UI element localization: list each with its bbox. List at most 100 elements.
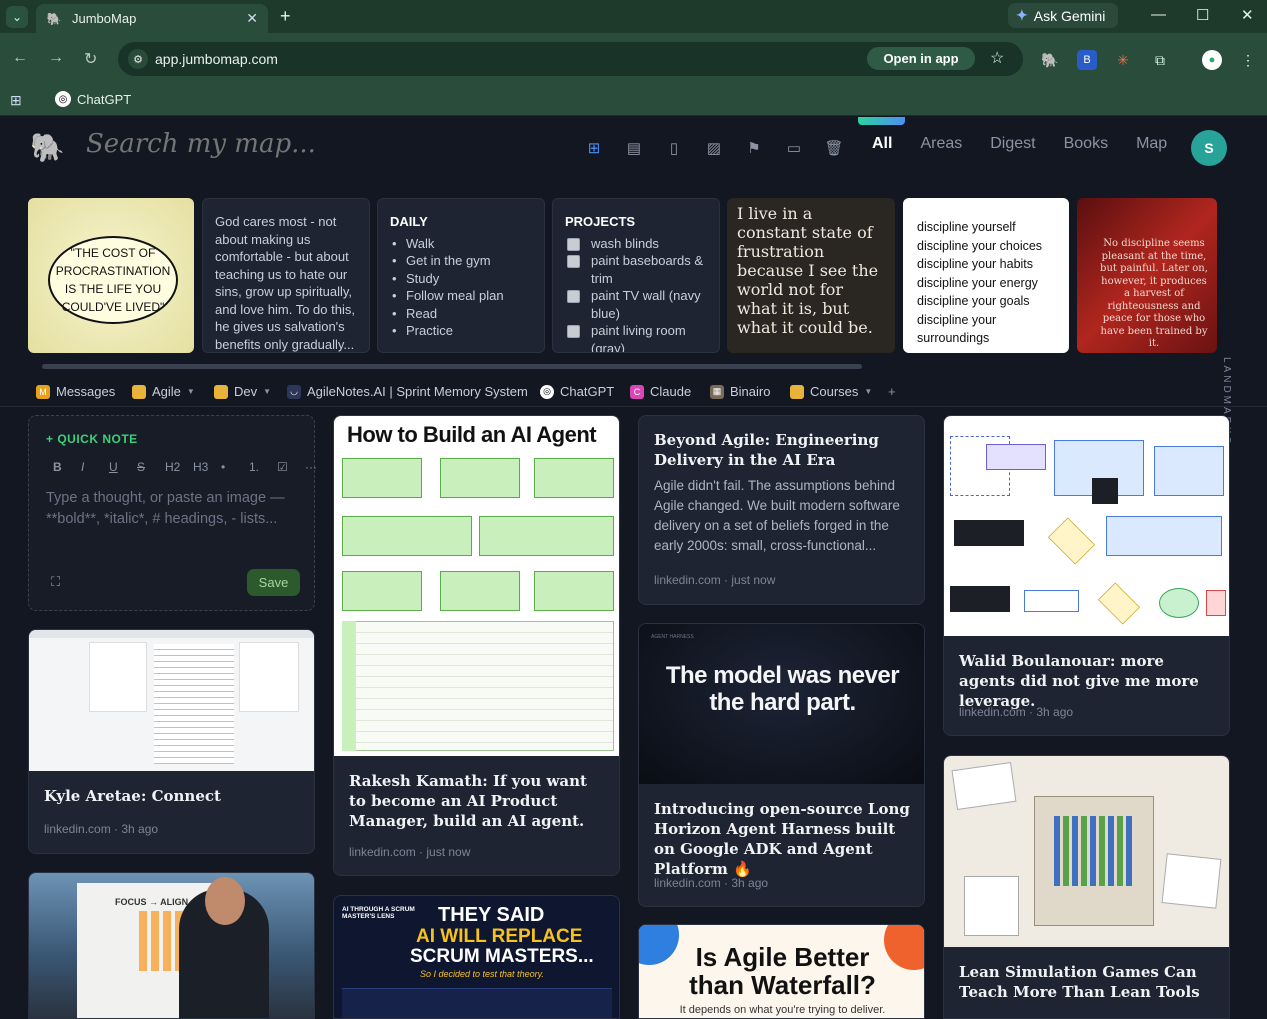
strikethrough-button[interactable]: S: [137, 460, 165, 474]
tab-areas[interactable]: Areas: [920, 135, 962, 153]
card-scrum-masters[interactable]: AI THROUGH A SCRUM MASTER'S LENS THEY SA…: [333, 895, 620, 1019]
more-button[interactable]: ···: [305, 460, 325, 474]
h3-button[interactable]: H3: [193, 460, 221, 474]
back-icon[interactable]: ←: [12, 49, 28, 67]
card-agent-harness[interactable]: AGENT HARNESS The model was never the ha…: [638, 623, 925, 907]
jumbomap-extension-icon[interactable]: 🐘: [1040, 50, 1060, 70]
underline-button[interactable]: U: [109, 460, 137, 474]
menu-kebab-icon[interactable]: ⋮: [1238, 50, 1258, 70]
chip-dev[interactable]: Dev ▼: [214, 384, 271, 399]
card-meta: linkedin.com · 3h ago: [959, 705, 1074, 719]
bold-button[interactable]: B: [53, 460, 81, 474]
elephant-logo-icon[interactable]: 🐘: [30, 131, 65, 164]
chevron-down-icon: ▼: [864, 387, 873, 396]
chip-chatgpt[interactable]: ◎ ChatGPT: [540, 384, 614, 399]
site-info-icon[interactable]: ⚙: [128, 49, 148, 69]
binairo-icon: ▦: [710, 384, 724, 399]
browser-tab-jumbomap[interactable]: 🐘 JumboMap ✕: [36, 4, 268, 33]
save-button[interactable]: Save: [247, 569, 300, 596]
address-bar[interactable]: ⚙ app.jumbomap.com Open in app ☆: [118, 42, 1023, 76]
chatgpt-icon: ◎: [540, 384, 554, 399]
card-lean-simulation[interactable]: Lean Simulation Games Can Teach More Tha…: [943, 755, 1230, 1019]
open-in-app-button[interactable]: Open in app: [867, 47, 975, 70]
card-meta: linkedin.com · 3h ago: [654, 876, 769, 890]
folder-icon: [214, 384, 228, 399]
landmark-discipline-card[interactable]: discipline yourself discipline your choi…: [903, 198, 1069, 353]
tab-books[interactable]: Books: [1064, 135, 1108, 153]
user-avatar[interactable]: S: [1191, 130, 1227, 166]
tab-map[interactable]: Map: [1136, 135, 1167, 153]
bookmark-chatgpt[interactable]: ◎ ChatGPT: [55, 91, 131, 107]
sketch-image: [944, 756, 1229, 947]
bookmarks-bar: ⊞ ◎ ChatGPT: [0, 85, 1267, 116]
bookmark-star-icon[interactable]: ☆: [990, 48, 1004, 68]
archive-icon[interactable]: ▭: [785, 139, 803, 157]
landmark-quote-card[interactable]: "THE COST OF PROCRASTINATION IS THE LIFE…: [28, 198, 194, 353]
image-icon[interactable]: ▨: [705, 139, 723, 157]
headline-line: AI WILL REPLACE: [416, 926, 583, 947]
list-item: Read: [390, 305, 532, 323]
checklist-item[interactable]: paint baseboards & trim: [565, 252, 707, 287]
landmark-note-card[interactable]: God cares most - not about making us com…: [202, 198, 370, 353]
card-kyle-aretae[interactable]: Kyle Aretae: Connect linkedin.com · 3h a…: [28, 629, 315, 854]
reload-icon[interactable]: ↻: [84, 49, 97, 69]
claude-icon: C: [630, 384, 644, 399]
h2-button[interactable]: H2: [165, 460, 193, 474]
card-beyond-agile[interactable]: Beyond Agile: Engineering Delivery in th…: [638, 415, 925, 605]
checklist-item[interactable]: paint TV wall (navy blue): [565, 287, 707, 322]
tab-digest[interactable]: Digest: [990, 135, 1035, 153]
bullet-list-button[interactable]: •: [221, 460, 249, 474]
chip-courses[interactable]: Courses ▼: [790, 384, 872, 399]
forward-icon[interactable]: →: [48, 49, 64, 67]
checklist-item[interactable]: paint living room (gray): [565, 322, 707, 352]
apps-grid-icon[interactable]: ⊞: [10, 92, 22, 109]
landmark-red-quote[interactable]: No discipline seems pleasant at the time…: [1077, 198, 1217, 353]
list-item: Practice: [390, 322, 532, 340]
maximize-icon[interactable]: ☐: [1196, 6, 1209, 24]
card-rakesh-kamath[interactable]: How to Build an AI Agent Rakesh Kamath: …: [333, 415, 620, 876]
landmark-daily-card[interactable]: DAILY Walk Get in the gym Study Follow m…: [377, 198, 545, 353]
chip-messages[interactable]: M Messages: [36, 384, 115, 399]
main-tabs: All Areas Digest Books Map: [872, 135, 1195, 153]
numbered-list-button[interactable]: 1.: [249, 460, 277, 474]
new-tab-button[interactable]: +: [280, 6, 291, 27]
projects-checklist: wash blinds paint baseboards & trim pain…: [565, 235, 707, 352]
grid-view-icon[interactable]: ⊞: [585, 139, 603, 157]
italic-button[interactable]: I: [81, 460, 109, 474]
chip-claude[interactable]: C Claude: [630, 384, 691, 399]
chip-agile[interactable]: Agile ▼: [132, 384, 195, 399]
quick-note-input[interactable]: Type a thought, or paste an image — **bo…: [46, 488, 301, 530]
close-tab-icon[interactable]: ✕: [246, 10, 258, 27]
flag-icon[interactable]: ⚑: [745, 139, 763, 157]
checklist-button[interactable]: ☑: [277, 460, 305, 474]
minimize-icon[interactable]: —: [1151, 6, 1166, 23]
add-chip-button[interactable]: +: [888, 384, 896, 399]
document-icon[interactable]: ▯: [665, 139, 683, 157]
expand-icon[interactable]: ⛶: [51, 574, 60, 590]
landmark-frustration-quote[interactable]: I live in a constant state of frustratio…: [727, 198, 895, 353]
checklist-item[interactable]: wash blinds: [565, 235, 707, 253]
close-window-icon[interactable]: ✕: [1241, 6, 1254, 24]
trash-icon[interactable]: 🗑: [824, 139, 843, 157]
search-input[interactable]: [86, 129, 486, 159]
landmark-projects-card[interactable]: PROJECTS wash blinds paint baseboards & …: [552, 198, 720, 353]
discipline-line: discipline your habits: [917, 257, 1034, 271]
active-tab-indicator: [858, 117, 905, 125]
notes-icon[interactable]: ▤: [625, 139, 643, 157]
landmarks-scrollbar[interactable]: [42, 364, 862, 369]
card-walid-boulanouar[interactable]: Walid Boulanouar: more agents did not gi…: [943, 415, 1230, 736]
card-agile-vs-waterfall[interactable]: Is Agile Better than Waterfall? It depen…: [638, 924, 925, 1019]
ask-gemini-button[interactable]: ✦ Ask Gemini: [1008, 3, 1118, 28]
diagram-image: [944, 416, 1229, 636]
extensions-puzzle-icon[interactable]: ⧉: [1150, 50, 1170, 70]
tab-all[interactable]: All: [872, 135, 892, 153]
tab-search-button[interactable]: ⌄: [6, 6, 28, 28]
card-focus-align-deliver[interactable]: FOCUS → ALIGN → DELIVER: [28, 872, 315, 1019]
quick-note-label: + QUICK NOTE: [46, 432, 138, 446]
chip-binairo[interactable]: ▦ Binairo: [710, 384, 770, 399]
profile-avatar-icon[interactable]: ●: [1202, 50, 1222, 70]
bitwarden-extension-icon[interactable]: B: [1077, 50, 1097, 70]
claude-extension-icon[interactable]: ✳: [1113, 50, 1133, 70]
chip-agilenotes[interactable]: ◡ AgileNotes.AI | Sprint Memory System: [287, 384, 528, 399]
image-headline: Is Agile Better: [695, 942, 870, 972]
